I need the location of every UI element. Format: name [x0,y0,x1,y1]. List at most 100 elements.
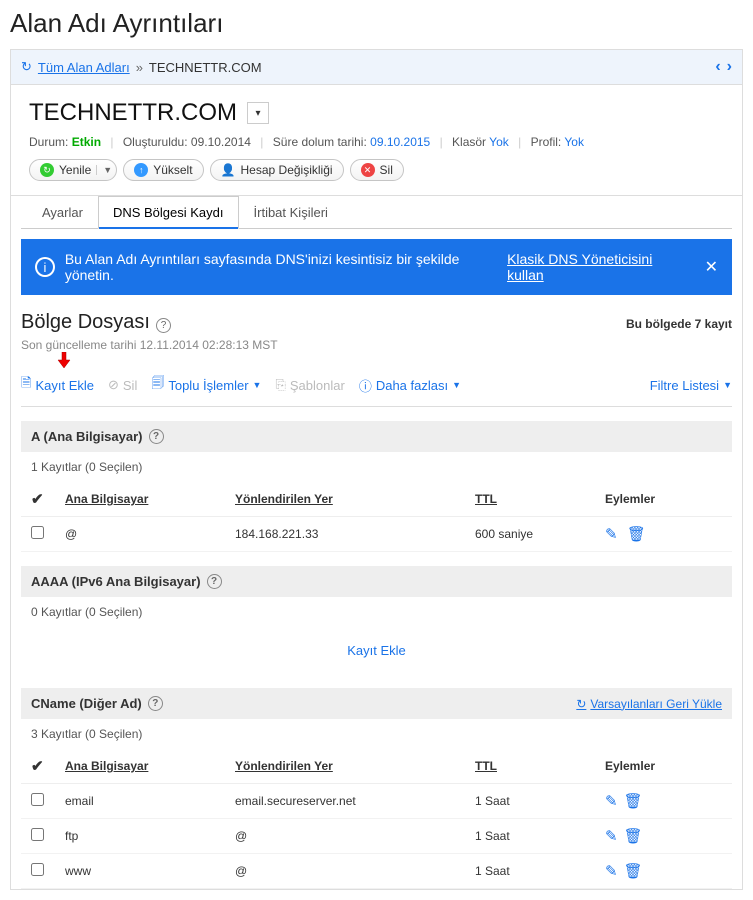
filter-list-button[interactable]: Filtre Listesi ▼ [650,378,732,393]
zone-updated: Son güncelleme tarihi 12.11.2014 02:28:1… [21,338,732,352]
edit-icon[interactable]: ✎ [605,828,618,845]
trash-icon[interactable]: 🗑 [624,793,643,810]
add-record-link[interactable]: Kayıt Ekle [347,643,406,658]
cell-target: 184.168.221.33 [225,517,465,552]
group-cname-count: 3 Kayıtlar (0 Seçilen) [21,719,732,749]
th-actions: Eylemler [595,482,732,517]
checkmark-icon[interactable]: ✔ [31,491,44,508]
profile-label: Profil: [531,135,562,149]
cell-target: @ [225,819,465,854]
restore-defaults-label: Varsayılanları Geri Yükle [590,697,722,711]
row-checkbox[interactable] [31,526,44,539]
group-aaaa-header: AAAA (IPv6 Ana Bilgisayar) ? [21,566,732,597]
help-icon[interactable]: ? [149,429,164,444]
group-a-header: A (Ana Bilgisayar) ? [21,421,732,452]
status-value: Etkin [72,135,101,149]
trash-icon[interactable]: 🗑 [627,526,646,543]
next-icon[interactable]: › [727,58,732,76]
refresh-pill-icon: ↻ [40,163,54,177]
arrow-up-icon: ↑ [134,163,148,177]
row-checkbox[interactable] [31,793,44,806]
help-icon[interactable]: ? [207,574,222,589]
cell-host: www [55,854,225,889]
breadcrumb: ↻ Tüm Alan Adları » TECHNETTR.COM ‹ › [11,50,742,85]
add-record-button[interactable]: 🗎 Kayıt Ekle [21,374,94,396]
cname-record-table: ✔ Ana Bilgisayar Yönlendirilen Yer TTL E… [21,749,732,889]
th-ttl[interactable]: TTL [465,482,595,517]
more-button[interactable]: ⓘ Daha fazlası ▼ [359,376,461,395]
user-icon: 👤 [221,163,236,177]
trash-icon[interactable]: 🗑 [624,828,643,845]
cell-host: email [55,784,225,819]
cell-ttl: 600 saniye [465,517,595,552]
restore-defaults-link[interactable]: ↻ Varsayılanları Geri Yükle [576,697,722,711]
created-value: 09.10.2014 [191,135,251,149]
breadcrumb-nav: ‹ › [715,58,732,76]
edit-icon[interactable]: ✎ [605,526,618,543]
close-icon[interactable]: ✕ [705,257,718,277]
annotation-arrow [21,352,732,368]
tab-dns[interactable]: DNS Bölgesi Kaydı [98,196,239,229]
zone-title: Bölge Dosyası [21,311,150,334]
th-host[interactable]: Ana Bilgisayar [55,482,225,517]
edit-icon[interactable]: ✎ [605,863,618,880]
group-aaaa: AAAA (IPv6 Ana Bilgisayar) ? 0 Kayıtlar … [21,566,732,674]
th-target[interactable]: Yönlendirilen Yer [225,482,465,517]
breadcrumb-current: TECHNETTR.COM [149,60,262,75]
cell-target: @ [225,854,465,889]
folder-label: Klasör [452,135,486,149]
zone-count: Bu bölgede 7 kayıt [626,317,732,331]
refresh-button[interactable]: ↻ Yenile ▼ [29,159,117,181]
th-target[interactable]: Yönlendirilen Yer [225,749,465,784]
upgrade-button[interactable]: ↑ Yükselt [123,159,203,181]
checkmark-icon[interactable]: ✔ [31,758,44,775]
classic-dns-link[interactable]: Klasik DNS Yöneticisini kullan [507,251,691,283]
templates-icon: ⎘ [275,377,285,393]
edit-icon[interactable]: ✎ [605,793,618,810]
domain-dropdown-button[interactable]: ▾ [247,102,269,124]
table-row: @ 184.168.221.33 600 saniye ✎ 🗑 [21,517,732,552]
more-icon: ⓘ [359,376,372,395]
delete-button[interactable]: ✕ Sil [350,159,404,181]
cell-ttl: 1 Saat [465,819,595,854]
zone-header: Bölge Dosyası ? Bu bölgede 7 kayıt [21,311,732,334]
row-checkbox[interactable] [31,863,44,876]
tab-settings[interactable]: Ayarlar [27,196,98,229]
group-cname: CName (Diğer Ad) ? ↻ Varsayılanları Geri… [21,688,732,889]
expires-label: Süre dolum tarihi: [273,135,367,149]
more-label: Daha fazlası [376,378,448,393]
group-a-title: A (Ana Bilgisayar) [31,429,143,444]
chevron-down-icon: ▼ [253,380,262,390]
delete-record-button: ⊘ Sil [108,377,137,393]
trash-icon[interactable]: 🗑 [624,863,643,880]
delete-record-label: Sil [123,378,137,393]
cell-host: ftp [55,819,225,854]
domain-name: TECHNETTR.COM [29,99,237,127]
status-label: Durum: [29,135,68,149]
help-icon[interactable]: ? [148,696,163,711]
templates-label: Şablonlar [290,378,345,393]
add-record-label: Kayıt Ekle [35,378,94,393]
th-ttl[interactable]: TTL [465,749,595,784]
info-icon: i [35,257,55,277]
row-checkbox[interactable] [31,828,44,841]
chevron-down-icon[interactable]: ▼ [96,165,112,175]
table-row: www @ 1 Saat ✎🗑 [21,854,732,889]
refresh-icon[interactable]: ↻ [21,59,32,75]
help-icon[interactable]: ? [156,318,171,333]
tab-contacts[interactable]: İrtibat Kişileri [239,196,343,229]
domain-meta: Durum: Etkin | Oluşturuldu: 09.10.2014 |… [29,135,724,149]
action-row: ↻ Yenile ▼ ↑ Yükselt 👤 Hesap Değişikliği… [29,159,724,181]
group-cname-title: CName (Diğer Ad) [31,696,142,711]
group-a: A (Ana Bilgisayar) ? 1 Kayıtlar (0 Seçil… [21,421,732,552]
th-host[interactable]: Ana Bilgisayar [55,749,225,784]
breadcrumb-sep: » [136,60,143,75]
bulk-actions-button[interactable]: 🗐 Toplu İşlemler ▼ [151,374,261,396]
account-change-button[interactable]: 👤 Hesap Değişikliği [210,159,344,181]
templates-button: ⎘ Şablonlar [275,377,344,393]
delete-record-icon: ⊘ [108,377,119,393]
group-a-count: 1 Kayıtlar (0 Seçilen) [21,452,732,482]
chevron-down-icon: ▼ [452,380,461,390]
breadcrumb-root[interactable]: Tüm Alan Adları [38,60,130,75]
prev-icon[interactable]: ‹ [715,58,720,76]
